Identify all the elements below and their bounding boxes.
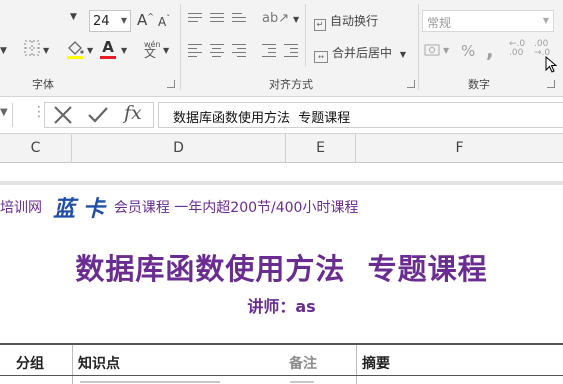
chevron-down-icon: ▼ bbox=[542, 16, 549, 25]
paint-bucket-icon bbox=[67, 41, 84, 59]
decrease-decimal-button[interactable]: ←.0.00 bbox=[509, 40, 525, 58]
chevron-down-icon: ▼ bbox=[120, 16, 127, 25]
font-dialog-launcher[interactable] bbox=[167, 80, 175, 88]
formula-bar: ▼ ⋮ fx 数据库函数使用方法 专题课程 bbox=[0, 97, 563, 134]
enter-check-icon[interactable] bbox=[86, 102, 110, 130]
wrap-text-icon: ↵ bbox=[314, 19, 326, 31]
banner-logo: 蓝 卡 bbox=[53, 196, 105, 222]
column-headers: C D E F bbox=[0, 134, 563, 163]
ribbon: ▼ 24 ▼ A^ Aˇ ▼ ▼ ▼ A ▼ wén 文 ▼ 字体 ab↗ ▼ ↵… bbox=[0, 0, 563, 97]
align-right-icon[interactable] bbox=[232, 44, 246, 60]
font-size-box[interactable]: 24 ▼ bbox=[89, 10, 131, 32]
group-separator bbox=[418, 4, 419, 90]
increase-indent-icon[interactable] bbox=[284, 44, 298, 60]
font-name-dropdown-arrow[interactable]: ▼ bbox=[70, 12, 77, 22]
alignment-group-label: 对齐方式 bbox=[269, 78, 313, 91]
header-bottom-border bbox=[0, 375, 563, 376]
cancel-icon[interactable] bbox=[52, 102, 74, 130]
fx-label: fx bbox=[124, 102, 142, 124]
column-header-d[interactable]: D bbox=[72, 134, 286, 162]
decrease-font-size-button[interactable]: Aˇ bbox=[158, 14, 170, 29]
decrease-indent-icon[interactable] bbox=[262, 44, 276, 60]
merge-center-button[interactable]: ↔ 合并后居中 ▼ bbox=[314, 44, 406, 63]
table-top-border bbox=[0, 343, 563, 345]
group-separator bbox=[305, 4, 306, 66]
number-group-label: 数字 bbox=[468, 78, 490, 91]
borders-icon bbox=[24, 40, 40, 56]
phonetic-button[interactable]: wén 文 bbox=[144, 40, 161, 60]
column-header-e[interactable]: E bbox=[286, 134, 356, 162]
lecturer-label: 讲师：as bbox=[247, 297, 316, 316]
column-divider bbox=[356, 345, 357, 384]
borders-dropdown-arrow[interactable]: ▼ bbox=[43, 46, 49, 55]
font-launcher-dropdown-arrow[interactable]: ▼ bbox=[0, 46, 7, 56]
merge-center-label: 合并后居中 bbox=[332, 46, 393, 60]
font-color-glyph: A bbox=[102, 38, 114, 56]
accounting-dropdown-arrow[interactable]: ▼ bbox=[443, 46, 449, 55]
merge-center-icon: ↔ bbox=[314, 51, 328, 63]
formula-input[interactable]: 数据库函数使用方法 专题课程 bbox=[158, 102, 563, 128]
font-color-bar bbox=[100, 56, 116, 59]
align-left-icon[interactable] bbox=[188, 44, 202, 60]
middle-align-icon[interactable] bbox=[210, 13, 224, 25]
course-title: 数据库函数使用方法 专题课程 bbox=[75, 252, 488, 286]
number-format-value: 常规 bbox=[427, 16, 452, 30]
header-knowledge-point: 知识点 bbox=[78, 356, 120, 372]
fill-color-dropdown-arrow[interactable]: ▼ bbox=[87, 46, 93, 55]
decrease-decimal-text: .00 bbox=[509, 48, 524, 58]
comma-symbol: , bbox=[486, 38, 494, 62]
increase-font-size-button[interactable]: A^ bbox=[137, 11, 154, 29]
wrap-text-label: 自动换行 bbox=[330, 14, 379, 28]
phonetic-dropdown-arrow[interactable]: ▼ bbox=[163, 46, 169, 55]
group-separator bbox=[180, 4, 181, 90]
phonetic-glyph: 文 bbox=[144, 46, 157, 60]
bottom-align-icon[interactable] bbox=[232, 13, 246, 25]
formula-content: 数据库函数使用方法 专题课程 bbox=[173, 111, 351, 126]
decrease-font-glyph: A bbox=[158, 15, 167, 29]
number-format-dropdown[interactable]: 常规 ▼ bbox=[422, 10, 554, 32]
banner-row: 培训网 蓝 卡 会员课程 一年内超200节/400小时课程 bbox=[0, 191, 359, 222]
number-dialog-launcher[interactable] bbox=[547, 80, 555, 88]
orientation-button[interactable]: ab↗ bbox=[262, 11, 289, 26]
font-size-value: 24 bbox=[93, 14, 110, 29]
banner-prefix: 培训网 bbox=[0, 200, 42, 216]
accounting-format-button[interactable] bbox=[424, 43, 440, 60]
banner-suffix: 会员课程 一年内超200节/400小时课程 bbox=[113, 200, 359, 216]
font-color-dropdown-arrow[interactable]: ▼ bbox=[121, 46, 127, 55]
column-divider bbox=[72, 345, 73, 384]
align-center-icon[interactable] bbox=[210, 44, 224, 60]
column-header-f[interactable]: F bbox=[356, 134, 563, 162]
column-header-c[interactable]: C bbox=[0, 134, 72, 162]
increase-font-glyph: A bbox=[137, 11, 148, 29]
insert-function-button[interactable]: fx bbox=[124, 102, 142, 124]
name-box-chevron-icon[interactable]: ▼ bbox=[0, 107, 8, 118]
accounting-icon bbox=[424, 44, 440, 56]
orientation-dropdown-arrow[interactable]: ▼ bbox=[293, 15, 299, 24]
next-row-remark-partial bbox=[290, 381, 314, 383]
worksheet: 培训网 蓝 卡 会员课程 一年内超200节/400小时课程 数据库函数使用方法 … bbox=[0, 163, 563, 384]
header-summary: 摘要 bbox=[362, 356, 390, 372]
percent-symbol: % bbox=[461, 42, 476, 60]
top-align-icon[interactable] bbox=[188, 13, 202, 25]
borders-button[interactable] bbox=[24, 40, 40, 59]
comma-style-button[interactable]: , bbox=[486, 38, 494, 62]
formula-bar-divider bbox=[12, 103, 13, 127]
mouse-cursor-icon bbox=[545, 56, 557, 73]
wrap-text-button[interactable]: ↵ 自动换行 bbox=[314, 12, 378, 31]
gray-divider-bar bbox=[0, 181, 563, 185]
next-row-partial bbox=[80, 378, 230, 384]
chevron-down-icon: ▼ bbox=[399, 50, 406, 59]
header-group: 分组 bbox=[16, 356, 44, 372]
percent-style-button[interactable]: % bbox=[461, 42, 475, 60]
header-remarks: 备注 bbox=[289, 356, 317, 372]
font-group-label: 字体 bbox=[32, 78, 54, 91]
fill-color-button[interactable] bbox=[66, 39, 84, 62]
font-color-button[interactable]: A bbox=[100, 38, 116, 59]
alignment-dialog-launcher[interactable] bbox=[407, 80, 415, 88]
